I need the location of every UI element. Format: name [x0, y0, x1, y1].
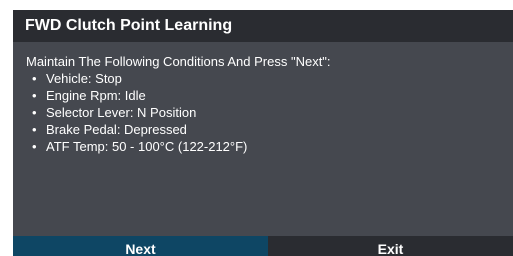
instruction-text: Maintain The Following Conditions And Pr…	[26, 54, 331, 69]
condition-label: Brake Pedal: Depressed	[46, 122, 187, 137]
bullet-icon: •	[32, 105, 37, 120]
bullet-icon: •	[32, 88, 37, 103]
dialog-header: FWD Clutch Point Learning	[13, 10, 513, 42]
bullet-icon: •	[32, 122, 37, 137]
dialog-title: FWD Clutch Point Learning	[25, 17, 233, 34]
conditions-list: • Vehicle: Stop • Engine Rpm: Idle • Sel…	[32, 70, 247, 155]
condition-item: • Vehicle: Stop	[32, 70, 247, 87]
condition-label: Engine Rpm: Idle	[46, 88, 146, 103]
dialog-footer: Next Exit	[13, 236, 513, 256]
condition-label: Selector Lever: N Position	[46, 105, 197, 120]
dialog-body: Maintain The Following Conditions And Pr…	[13, 42, 513, 236]
condition-label: ATF Temp: 50 - 100°C (122-212°F)	[46, 139, 248, 154]
exit-button[interactable]: Exit	[268, 236, 513, 256]
condition-item: • Engine Rpm: Idle	[32, 87, 247, 104]
next-button[interactable]: Next	[13, 236, 268, 256]
condition-label: Vehicle: Stop	[46, 71, 122, 86]
condition-item: • Selector Lever: N Position	[32, 104, 247, 121]
clutch-learning-dialog: FWD Clutch Point Learning Maintain The F…	[13, 10, 513, 256]
condition-item: • Brake Pedal: Depressed	[32, 121, 247, 138]
bullet-icon: •	[32, 71, 37, 86]
condition-item: • ATF Temp: 50 - 100°C (122-212°F)	[32, 138, 247, 155]
bullet-icon: •	[32, 139, 37, 154]
